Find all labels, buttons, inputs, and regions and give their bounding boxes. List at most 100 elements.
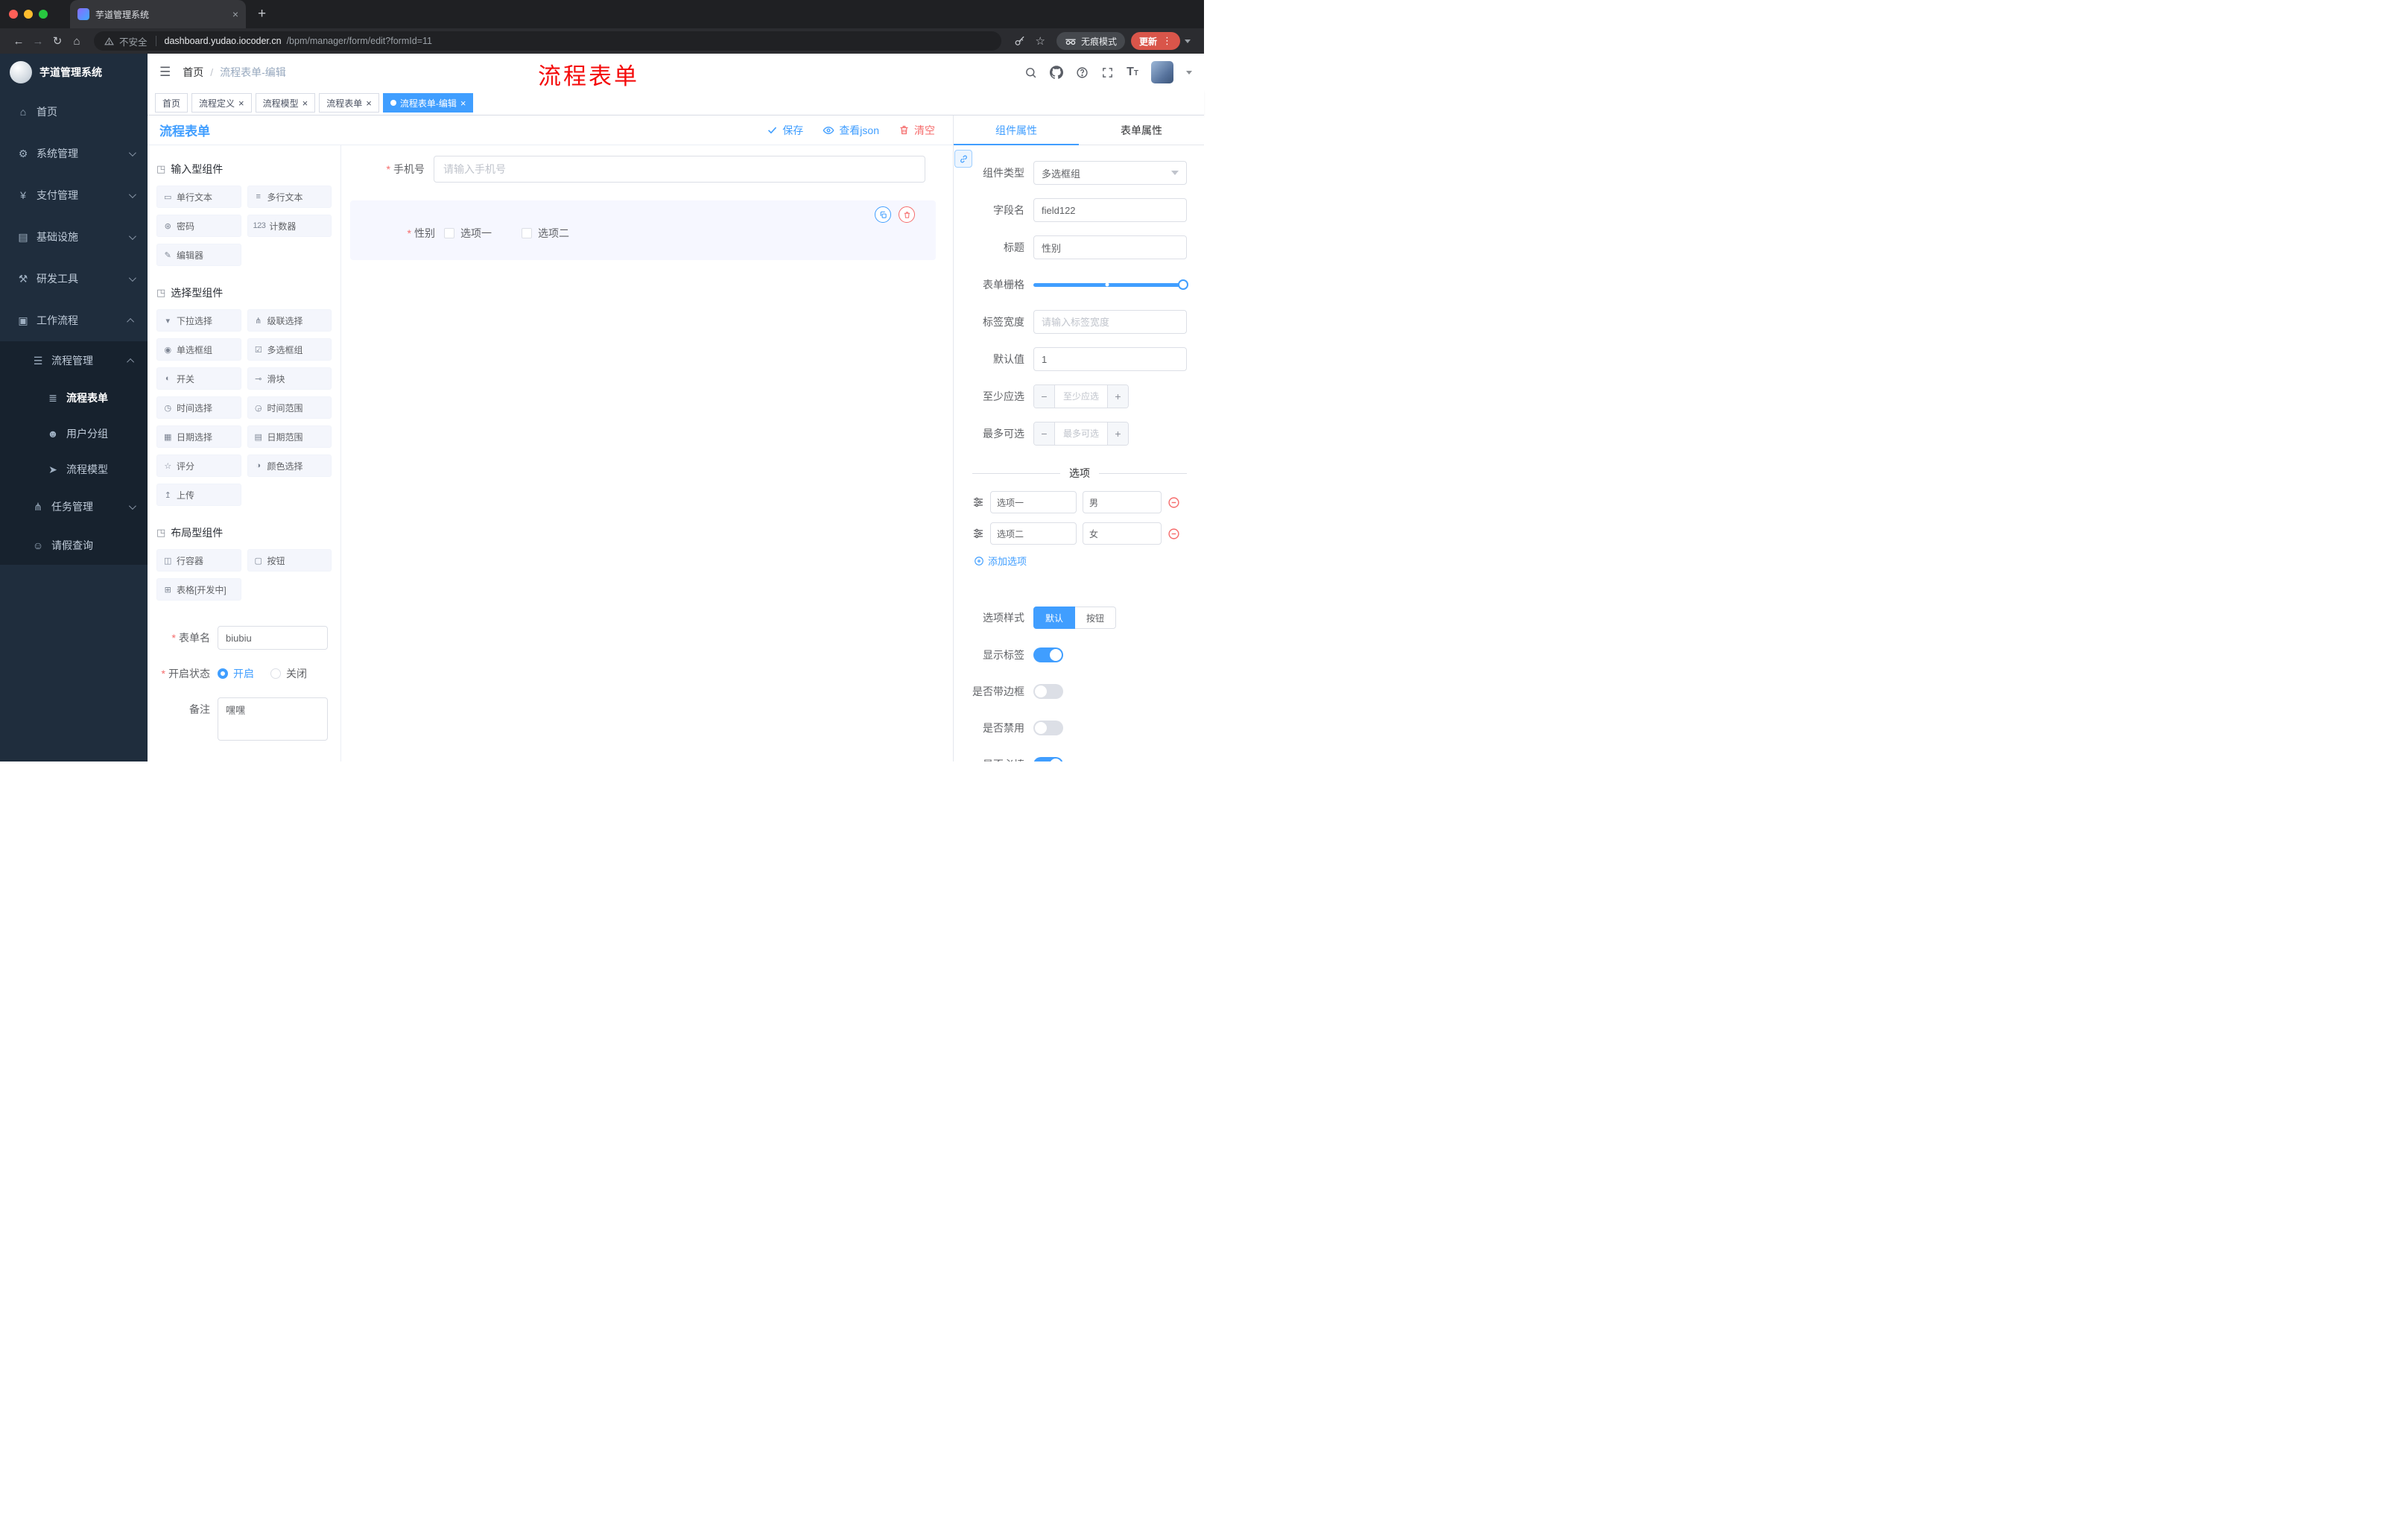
palette-item[interactable]: ☆ 评分 xyxy=(156,455,241,477)
browser-tab[interactable]: 芋道管理系统 × xyxy=(70,0,246,28)
sidebar-item-process-form[interactable]: ≣ 流程表单 xyxy=(0,380,148,416)
new-tab-button[interactable]: + xyxy=(258,6,266,22)
field-name-input[interactable] xyxy=(1033,198,1187,222)
palette-item[interactable]: 123 计数器 xyxy=(247,215,332,237)
chevron-down-icon[interactable] xyxy=(1185,39,1191,43)
remove-option-icon[interactable] xyxy=(1167,496,1180,509)
tag-process-model[interactable]: 流程模型 × xyxy=(255,93,316,113)
tab-component-props[interactable]: 组件属性 xyxy=(954,115,1079,145)
tag-process-form-edit[interactable]: 流程表单-编辑 × xyxy=(382,93,474,113)
reload-icon[interactable]: ↻ xyxy=(48,34,67,48)
browser-menu-icon[interactable]: ⋮ xyxy=(1162,35,1172,47)
browser-home-icon[interactable]: ⌂ xyxy=(67,35,86,48)
drawer-toggle-button[interactable] xyxy=(954,150,972,168)
checkbox-icon[interactable] xyxy=(444,228,454,238)
palette-item[interactable]: ◐ 开关 xyxy=(156,367,241,390)
status-off-radio[interactable]: 关闭 xyxy=(270,666,307,681)
plus-button[interactable]: + xyxy=(1107,385,1128,408)
title-input[interactable] xyxy=(1033,235,1187,259)
copy-component-button[interactable] xyxy=(875,206,891,223)
palette-item[interactable]: ✎ 编辑器 xyxy=(156,244,241,266)
palette-item[interactable]: ◫ 行容器 xyxy=(156,549,241,571)
component-type-select[interactable]: 多选框组 xyxy=(1033,161,1187,185)
key-icon[interactable] xyxy=(1014,36,1025,47)
tag-process-definition[interactable]: 流程定义 × xyxy=(191,93,252,113)
checkbox-icon[interactable] xyxy=(522,228,532,238)
palette-item[interactable]: ◉ 单选框组 xyxy=(156,338,241,361)
sidebar-item-home[interactable]: ⌂ 首页 xyxy=(0,91,148,133)
window-zoom-button[interactable] xyxy=(39,10,48,19)
update-button[interactable]: 更新 ⋮ xyxy=(1130,32,1180,50)
close-icon[interactable]: × xyxy=(460,98,466,108)
disabled-switch[interactable] xyxy=(1033,720,1063,735)
tab-form-props[interactable]: 表单属性 xyxy=(1079,115,1204,145)
sidebar-item-infrastructure[interactable]: ▤ 基础设施 xyxy=(0,216,148,258)
sidebar-item-workflow[interactable]: ▣ 工作流程 xyxy=(0,300,148,341)
palette-item[interactable]: ⋔ 级联选择 xyxy=(247,309,332,332)
gender-field-selected[interactable]: 性别 选项一 xyxy=(350,200,936,260)
sidebar-item-task-mgmt[interactable]: ⋔ 任务管理 xyxy=(0,487,148,526)
window-minimize-button[interactable] xyxy=(24,10,33,19)
palette-item[interactable]: ▾ 下拉选择 xyxy=(156,309,241,332)
close-icon[interactable]: × xyxy=(366,98,372,108)
palette-item[interactable]: ⊛ 密码 xyxy=(156,215,241,237)
sidebar-item-process-model[interactable]: ➤ 流程模型 xyxy=(0,452,148,487)
remove-option-icon[interactable] xyxy=(1167,528,1180,540)
help-icon[interactable] xyxy=(1076,66,1089,79)
sidebar-item-devtools[interactable]: ⚒ 研发工具 xyxy=(0,258,148,300)
option-value-input[interactable] xyxy=(1083,522,1162,545)
max-select-input[interactable] xyxy=(1055,422,1107,445)
back-icon[interactable]: ← xyxy=(9,35,28,48)
sidebar-collapse-icon[interactable]: ☰ xyxy=(159,65,171,80)
required-switch[interactable] xyxy=(1033,756,1063,762)
app-logo[interactable]: 芋道管理系统 xyxy=(0,54,148,91)
forward-icon[interactable]: → xyxy=(28,35,48,48)
style-button-button[interactable]: 按钮 xyxy=(1075,607,1117,629)
border-switch[interactable] xyxy=(1033,683,1063,699)
fullscreen-icon[interactable] xyxy=(1101,66,1114,79)
drag-handle-icon[interactable] xyxy=(972,496,984,508)
search-icon[interactable] xyxy=(1024,66,1037,79)
palette-item[interactable]: ◶ 时间范围 xyxy=(247,396,332,419)
grid-span-slider[interactable] xyxy=(1033,273,1188,297)
sidebar-item-system[interactable]: ⚙ 系统管理 xyxy=(0,133,148,174)
show-label-switch[interactable] xyxy=(1033,647,1063,662)
delete-component-button[interactable] xyxy=(899,206,915,223)
palette-item[interactable]: ◑ 颜色选择 xyxy=(247,455,332,477)
sidebar-item-payment[interactable]: ¥ 支付管理 xyxy=(0,174,148,216)
checkbox-option[interactable]: 选项一 xyxy=(444,226,492,241)
min-select-input[interactable] xyxy=(1055,385,1107,408)
status-on-radio[interactable]: 开启 xyxy=(218,666,254,681)
sidebar-item-leave-query[interactable]: ☺ 请假查询 xyxy=(0,526,148,565)
drag-handle-icon[interactable] xyxy=(972,528,984,539)
add-option-button[interactable]: 添加选项 xyxy=(974,554,1187,568)
sidebar-item-user-group[interactable]: ☻ 用户分组 xyxy=(0,416,148,452)
palette-item[interactable]: ▢ 按钮 xyxy=(247,549,332,571)
palette-item[interactable]: ▭ 单行文本 xyxy=(156,186,241,208)
form-remark-textarea[interactable]: 嘿嘿 xyxy=(218,697,328,741)
palette-item[interactable]: ▦ 日期选择 xyxy=(156,425,241,448)
caret-down-icon[interactable] xyxy=(1186,70,1192,75)
plus-button[interactable]: + xyxy=(1107,422,1128,445)
phone-field-input[interactable] xyxy=(434,156,925,183)
github-icon[interactable] xyxy=(1050,66,1064,79)
option-label-input[interactable] xyxy=(990,491,1077,513)
bookmark-star-icon[interactable]: ☆ xyxy=(1036,34,1045,48)
window-close-button[interactable] xyxy=(9,10,18,19)
palette-item[interactable]: ☑ 多选框组 xyxy=(247,338,332,361)
user-avatar[interactable] xyxy=(1151,61,1173,83)
palette-item[interactable]: ↥ 上传 xyxy=(156,484,241,506)
close-icon[interactable]: × xyxy=(302,98,308,108)
palette-item[interactable]: ◷ 时间选择 xyxy=(156,396,241,419)
incognito-badge[interactable]: 无痕模式 xyxy=(1056,32,1125,50)
view-json-button[interactable]: 查看json xyxy=(823,123,879,138)
close-icon[interactable]: × xyxy=(238,98,244,108)
slider-handle[interactable] xyxy=(1178,279,1188,290)
clear-button[interactable]: 清空 xyxy=(899,123,935,138)
phone-field[interactable]: 手机号 xyxy=(350,156,936,183)
font-size-icon[interactable]: TT xyxy=(1127,66,1138,78)
save-button[interactable]: 保存 xyxy=(767,123,803,138)
palette-item[interactable]: ≡ 多行文本 xyxy=(247,186,332,208)
sidebar-item-process-mgmt[interactable]: ☰ 流程管理 xyxy=(0,341,148,380)
form-name-input[interactable] xyxy=(218,626,328,650)
